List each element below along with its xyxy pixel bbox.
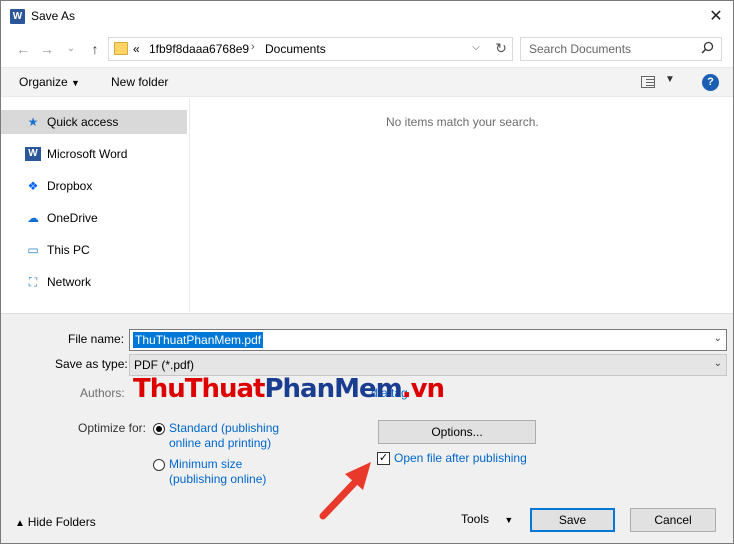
save-options-panel: File name: ThuThuatPhanMem.pdf ⌄ Save as… [1, 313, 733, 543]
forward-arrow-icon[interactable]: → [37, 39, 57, 59]
sidebar-item-network[interactable]: ⛶ Network [1, 270, 187, 294]
sidebar-item-microsoft-word[interactable]: W Microsoft Word [1, 142, 187, 166]
standard-option-line: online and printing) [169, 436, 272, 450]
standard-option-label[interactable]: Standard (publishing online and printing… [169, 421, 279, 451]
breadcrumb-item[interactable]: Documents [265, 42, 326, 56]
hide-folders-button[interactable]: ▲ Hide Folders [15, 515, 96, 529]
refresh-icon[interactable]: ↻ [489, 37, 513, 61]
file-name-value[interactable]: ThuThuatPhanMem.pdf [133, 332, 264, 348]
organize-label: Organize [19, 75, 68, 89]
sidebar-item-label: Network [47, 275, 92, 289]
back-arrow-icon[interactable]: ← [13, 39, 33, 59]
chevron-down-icon[interactable]: ⌵ [466, 37, 486, 61]
file-name-label: File name: [68, 332, 125, 346]
open-after-publishing-checkbox[interactable]: ✓ [377, 452, 390, 465]
minimum-size-option-line: Minimum size [169, 457, 243, 471]
breadcrumb-overflow[interactable]: « [133, 42, 140, 56]
standard-radio[interactable] [153, 423, 165, 435]
chevron-right-icon: › [251, 41, 255, 53]
save-type-select[interactable]: PDF (*.pdf) ⌄ [129, 354, 727, 376]
authors-label: Authors: [80, 386, 125, 400]
breadcrumb-item[interactable]: 1fb9f8daaa6768e9 [149, 42, 249, 56]
sidebar-item-dropbox[interactable]: ❖ Dropbox [1, 174, 187, 198]
view-options-icon[interactable] [641, 76, 655, 88]
caret-down-icon: ▼ [71, 78, 80, 88]
up-arrow-icon[interactable]: ↑ [85, 39, 105, 59]
organize-button[interactable]: Organize ▼ [19, 75, 80, 89]
help-icon[interactable]: ? [702, 74, 719, 91]
tools-button[interactable]: Tools ▼ [461, 512, 513, 526]
sidebar-item-this-pc[interactable]: ▭ This PC [1, 238, 187, 262]
tools-label: Tools [461, 512, 490, 526]
standard-option-line: Standard (publishing [169, 421, 280, 435]
annotation-arrow-icon [319, 462, 371, 520]
save-as-dialog: W Save As ✕ ← → ⌄ ↑ « 1fb9f8daaa6768e9 ›… [0, 0, 734, 544]
chevron-down-icon[interactable]: ⌄ [714, 358, 722, 369]
minimum-size-option-label[interactable]: Minimum size (publishing online) [169, 457, 266, 487]
sidebar-item-quick-access[interactable]: ★ Quick access [1, 110, 187, 134]
address-bar[interactable]: « 1fb9f8daaa6768e9 › Documents [108, 37, 513, 61]
word-icon: W [25, 147, 41, 161]
optimize-label: Optimize for: [78, 421, 147, 435]
window-title: Save As [31, 9, 76, 23]
watermark-part: ThuThuat [133, 374, 265, 404]
command-bar: Organize ▼ New folder ▼ ? [1, 67, 733, 97]
new-folder-button[interactable]: New folder [111, 75, 168, 89]
minimum-size-option-line: (publishing online) [169, 472, 267, 486]
title-bar: W Save As ✕ [1, 1, 733, 33]
save-button[interactable]: Save [530, 508, 615, 532]
save-type-value: PDF (*.pdf) [134, 358, 195, 372]
recent-locations-icon[interactable]: ⌄ [61, 39, 81, 59]
watermark-logo: ThuThuatPhanMem.vn [133, 374, 445, 404]
sidebar-item-label: OneDrive [47, 211, 98, 225]
chevron-down-icon[interactable]: ⌄ [714, 333, 722, 344]
star-icon: ★ [27, 115, 39, 129]
save-type-label: Save as type: [55, 357, 128, 371]
sidebar-item-label: This PC [47, 243, 90, 257]
cancel-button[interactable]: Cancel [630, 508, 716, 532]
sidebar-item-onedrive[interactable]: ☁ OneDrive [1, 206, 187, 230]
network-icon: ⛶ [28, 275, 38, 289]
caret-down-icon: ▼ [504, 515, 514, 525]
watermark-part: .vn [401, 374, 445, 404]
folder-icon [114, 42, 128, 55]
hide-folders-label: Hide Folders [27, 515, 96, 529]
sidebar-item-label: Quick access [47, 115, 119, 129]
watermark-part: PhanMem [264, 374, 402, 404]
search-input[interactable]: Search Documents [520, 37, 722, 61]
options-button[interactable]: Options... [378, 420, 536, 444]
dropbox-icon: ❖ [27, 179, 39, 193]
close-button[interactable]: ✕ [701, 5, 731, 29]
computer-icon: ▭ [27, 243, 39, 257]
search-placeholder: Search Documents [529, 42, 632, 56]
open-after-publishing-label[interactable]: Open file after publishing [394, 451, 527, 466]
cloud-icon: ☁ [27, 211, 39, 225]
sidebar-item-label: Microsoft Word [47, 147, 128, 161]
minimum-size-radio[interactable] [153, 459, 165, 471]
sidebar-item-label: Dropbox [47, 179, 93, 193]
caret-down-icon[interactable]: ▼ [665, 74, 675, 85]
search-icon[interactable] [701, 41, 714, 57]
caret-up-icon: ▲ [15, 518, 28, 529]
word-app-icon: W [10, 9, 25, 24]
file-name-field[interactable]: ThuThuatPhanMem.pdf ⌄ [129, 329, 727, 351]
navigation-pane: ★ Quick access W Microsoft Word ❖ Dropbox ☁ One… [1, 98, 190, 312]
empty-results-message: No items match your search. [386, 115, 539, 129]
